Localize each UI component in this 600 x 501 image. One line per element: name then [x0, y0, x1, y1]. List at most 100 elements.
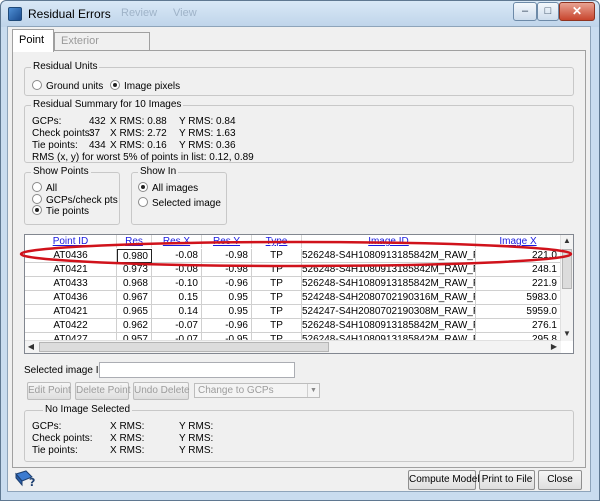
- tab-exterior-orientation[interactable]: Exterior Orientation: [54, 32, 150, 64]
- edit-point-button[interactable]: Edit Point: [27, 382, 71, 400]
- image-tie-yrms: Y RMS:: [179, 445, 214, 456]
- radio-selected-image[interactable]: Selected image: [138, 197, 221, 210]
- image-tie-label: Tie points:: [32, 445, 78, 456]
- cell-type: TP: [252, 319, 302, 333]
- cell-point-id: AT0436: [25, 249, 117, 263]
- column-header-type[interactable]: Type: [252, 235, 302, 248]
- summary-tie-xrms: X RMS: 0.16: [110, 140, 167, 151]
- image-info-title: No Image Selected: [43, 404, 133, 416]
- cell-image-x: 221.9: [476, 277, 561, 291]
- title-bar[interactable]: Residual Errors Review View – □ ✕: [1, 1, 599, 27]
- cell-res-x: 0.14: [152, 305, 202, 319]
- cell-type: TP: [252, 305, 302, 319]
- cell-res: 0.967: [117, 291, 152, 305]
- table-horizontal-scrollbar[interactable]: ◀ ▶: [25, 340, 561, 353]
- column-header-res[interactable]: Res: [117, 235, 152, 248]
- cell-res-selected[interactable]: 0.980: [117, 249, 152, 263]
- selected-image-label: Selected image ID:: [24, 365, 109, 376]
- ghost-menu-review: Review: [121, 7, 158, 19]
- image-gcps-xrms: X RMS:: [110, 421, 145, 432]
- cell-image-x: 5959.0: [476, 305, 561, 319]
- cell-res-x: -0.10: [152, 277, 202, 291]
- cell-res-x: -0.08: [152, 249, 202, 263]
- summary-gcps-label: GCPs:: [32, 116, 62, 127]
- minimize-button[interactable]: –: [513, 2, 537, 21]
- cell-res-y: -0.98: [202, 249, 252, 263]
- residual-table[interactable]: Point ID Res Res X Res Y Type Image ID I…: [24, 234, 574, 354]
- summary-tie-label: Tie points:: [32, 140, 78, 151]
- column-header-point-id[interactable]: Point ID: [25, 235, 117, 248]
- cell-res: 0.968: [117, 277, 152, 291]
- print-to-file-button[interactable]: Print to File: [479, 470, 535, 490]
- image-info-group: No Image Selected: [24, 404, 574, 462]
- image-tie-xrms: X RMS:: [110, 445, 145, 456]
- table-row[interactable]: AT0421 0.965 0.14 0.95 TP 524247-S4H2080…: [25, 305, 561, 319]
- radio-dot-icon: [32, 80, 42, 90]
- column-header-image-id[interactable]: Image ID: [302, 235, 476, 248]
- vertical-scroll-thumb[interactable]: [562, 249, 572, 289]
- change-to-select[interactable]: Change to GCPs ▼: [194, 383, 320, 398]
- cell-res-y: -0.98: [202, 263, 252, 277]
- radio-ground-units[interactable]: Ground units: [32, 80, 103, 93]
- table-header: Point ID Res Res X Res Y Type Image ID I…: [25, 235, 561, 248]
- cell-res-x: -0.08: [152, 263, 202, 277]
- close-window-button[interactable]: ✕: [559, 2, 595, 21]
- cell-image-id: 524247-S4H2080702190308M_RAW_PTP: [302, 305, 476, 319]
- compute-model-button[interactable]: Compute Model: [408, 470, 480, 490]
- scroll-up-icon[interactable]: ▲: [561, 235, 573, 247]
- summary-gcps-yrms: Y RMS: 0.84: [179, 116, 236, 127]
- radio-all-images[interactable]: All images: [138, 182, 198, 195]
- image-check-xrms: X RMS:: [110, 433, 145, 444]
- column-header-res-x[interactable]: Res X: [152, 235, 202, 248]
- ghost-menu-view: View: [173, 7, 197, 19]
- table-row[interactable]: AT0436 0.967 0.15 0.95 TP 524248-S4H2080…: [25, 291, 561, 305]
- table-row[interactable]: AT0433 0.968 -0.10 -0.96 TP 526248-S4H10…: [25, 277, 561, 291]
- summary-check-xrms: X RMS: 2.72: [110, 128, 167, 139]
- cell-res-y: 0.95: [202, 291, 252, 305]
- summary-gcps-xrms: X RMS: 0.88: [110, 116, 167, 127]
- cell-res-x: 0.15: [152, 291, 202, 305]
- summary-check-count: 37: [89, 128, 101, 139]
- cell-image-id: 526248-S4H1080913185842M_RAW_PTP: [302, 319, 476, 333]
- image-gcps-label: GCPs:: [32, 421, 62, 432]
- cell-res-y: -0.96: [202, 277, 252, 291]
- tab-point[interactable]: Point: [12, 29, 54, 52]
- table-row[interactable]: AT0422 0.962 -0.07 -0.96 TP 526248-S4H10…: [25, 319, 561, 333]
- cell-image-id: 526248-S4H1080913185842M_RAW_PTP: [302, 249, 476, 263]
- undo-delete-button[interactable]: Undo Delete: [133, 382, 190, 400]
- scroll-left-icon[interactable]: ◀: [25, 341, 37, 353]
- table-row[interactable]: AT0421 0.973 -0.08 -0.98 TP 526248-S4H10…: [25, 263, 561, 277]
- scroll-down-icon[interactable]: ▼: [561, 328, 573, 340]
- radio-dot-selected-icon: [32, 205, 42, 215]
- table-row[interactable]: AT0436 0.980 -0.08 -0.98 TP 526248-S4H10…: [25, 249, 561, 263]
- image-gcps-yrms: Y RMS:: [179, 421, 214, 432]
- radio-show-tie-points[interactable]: Tie points: [32, 205, 89, 218]
- cell-image-x: 5983.0: [476, 291, 561, 305]
- column-header-res-y[interactable]: Res Y: [202, 235, 252, 248]
- radio-image-pixels[interactable]: Image pixels: [110, 80, 180, 93]
- cell-type: TP: [252, 291, 302, 305]
- cell-image-x: 248.1: [476, 263, 561, 277]
- app-icon: [8, 7, 22, 21]
- help-pointer-icon[interactable]: ?: [14, 470, 38, 488]
- selected-image-field[interactable]: [99, 362, 295, 378]
- cell-res: 0.965: [117, 305, 152, 319]
- image-check-yrms: Y RMS:: [179, 433, 214, 444]
- scroll-right-icon[interactable]: ▶: [548, 341, 560, 353]
- image-check-label: Check points:: [32, 433, 93, 444]
- summary-worst-rms: RMS (x, y) for worst 5% of points in lis…: [32, 152, 254, 163]
- change-to-value: Change to GCPs: [198, 385, 274, 396]
- summary-check-label: Check points:: [32, 128, 93, 139]
- cell-image-id: 526248-S4H1080913185842M_RAW_PTP: [302, 277, 476, 291]
- cell-image-id: 526248-S4H1080913185842M_RAW_PTP: [302, 263, 476, 277]
- maximize-button[interactable]: □: [537, 2, 559, 21]
- close-button[interactable]: Close: [538, 470, 582, 490]
- table-vertical-scrollbar[interactable]: ▲ ▼: [560, 235, 573, 341]
- summary-tie-count: 434: [89, 140, 106, 151]
- cell-type: TP: [252, 249, 302, 263]
- show-points-title: Show Points: [31, 166, 91, 178]
- window-title: Residual Errors: [28, 7, 111, 21]
- horizontal-scroll-thumb[interactable]: [39, 342, 329, 352]
- column-header-image-x[interactable]: Image X: [476, 235, 561, 248]
- delete-point-button[interactable]: Delete Point: [75, 382, 130, 400]
